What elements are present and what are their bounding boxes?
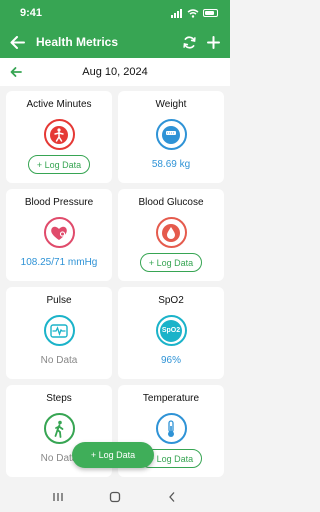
metric-label: Steps	[46, 393, 72, 404]
battery-icon	[203, 9, 218, 17]
spo2-icon-text: SpO2	[160, 319, 182, 342]
heart-icon	[43, 217, 75, 248]
spo2-icon: SpO2	[155, 315, 187, 346]
signal-icon	[171, 8, 182, 18]
chevron-left-icon	[168, 492, 175, 502]
recent-apps-button[interactable]	[48, 487, 68, 507]
date-bar: Aug 10, 2024	[0, 58, 230, 86]
scale-icon	[155, 119, 187, 150]
home-icon	[109, 491, 121, 503]
app-bar: Health Metrics	[0, 26, 230, 58]
log-data-button[interactable]: + Log Data	[139, 253, 203, 272]
home-button[interactable]	[105, 487, 125, 507]
recent-apps-icon	[53, 493, 63, 501]
metric-label: Weight	[155, 99, 187, 110]
blood-drop-icon	[155, 217, 187, 248]
metric-value: 108.25/71 mmHg	[20, 257, 98, 268]
log-data-button[interactable]: + Log Data	[27, 155, 91, 174]
page-title: Health Metrics	[36, 35, 119, 49]
metric-label: SpO2	[158, 295, 184, 306]
log-data-fab[interactable]: + Log Data	[72, 442, 154, 468]
metric-label: Temperature	[142, 393, 200, 404]
plus-icon	[206, 35, 220, 49]
metric-label: Blood Glucose	[138, 197, 204, 208]
arrow-left-icon	[10, 35, 25, 49]
sync-icon	[182, 35, 196, 49]
pulse-icon	[43, 315, 75, 346]
metric-card-spo2[interactable]: SpO2 SpO2 96%	[118, 287, 224, 379]
metrics-grid: Active Minutes + Log Data Weight 58.69 k…	[6, 91, 224, 477]
system-back-button[interactable]	[162, 487, 182, 507]
metric-card-blood-glucose[interactable]: Blood Glucose + Log Data	[118, 189, 224, 281]
metric-card-active-minutes[interactable]: Active Minutes + Log Data	[6, 91, 112, 183]
metric-label: Active Minutes	[26, 99, 92, 110]
wifi-icon	[187, 8, 199, 18]
metric-card-blood-pressure[interactable]: Blood Pressure 108.25/71 mmHg	[6, 189, 112, 281]
status-icons	[171, 8, 218, 18]
person-activity-icon	[43, 119, 75, 150]
add-button[interactable]	[204, 33, 222, 51]
metric-value: No Data	[40, 355, 78, 366]
system-nav-bar	[0, 482, 230, 512]
selected-date: Aug 10, 2024	[82, 66, 148, 78]
arrow-left-icon	[10, 67, 22, 77]
sync-button[interactable]	[180, 33, 198, 51]
status-time: 9:41	[20, 7, 43, 19]
previous-date-button[interactable]	[9, 65, 23, 79]
metric-value: 58.69 kg	[151, 159, 191, 170]
back-button[interactable]	[8, 33, 26, 51]
status-bar: 9:41	[0, 0, 230, 26]
metric-value: 96%	[160, 355, 181, 366]
thermometer-icon	[155, 413, 187, 444]
metric-label: Blood Pressure	[24, 197, 94, 208]
walking-icon	[43, 413, 75, 444]
metric-card-pulse[interactable]: Pulse No Data	[6, 287, 112, 379]
metric-card-weight[interactable]: Weight 58.69 kg	[118, 91, 224, 183]
metric-label: Pulse	[46, 295, 72, 306]
